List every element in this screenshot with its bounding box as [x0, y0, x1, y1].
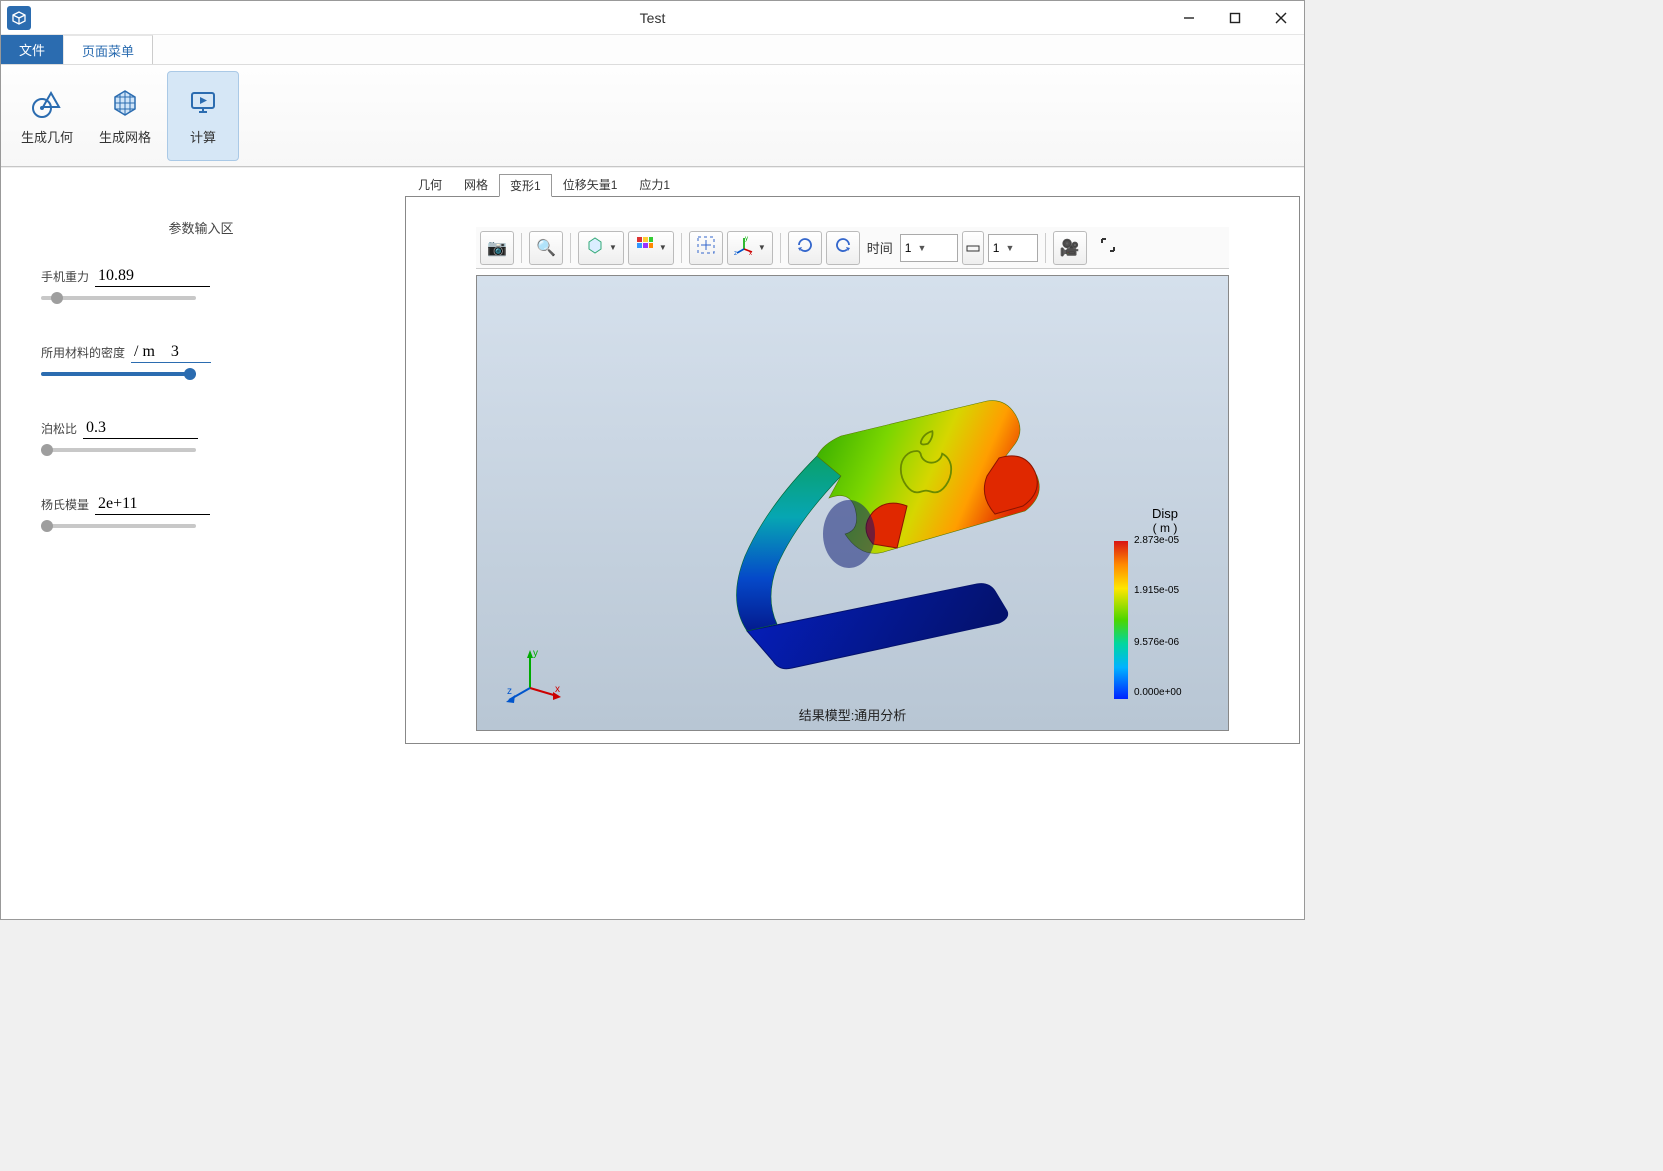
legend-ticks: 2.873e-05 1.915e-05 9.576e-06 0.000e+00 [1134, 535, 1204, 703]
expand-button[interactable] [1091, 231, 1125, 265]
close-button[interactable] [1258, 1, 1304, 35]
svg-text:y: y [533, 648, 538, 659]
legend-bar [1114, 541, 1128, 699]
param-young-modulus-slider[interactable] [41, 519, 196, 533]
menu-page[interactable]: 页面菜单 [64, 35, 153, 64]
geometry-icon [29, 85, 65, 121]
rotate-cw-button[interactable] [788, 231, 822, 265]
svg-text:z: z [507, 686, 512, 697]
tab-stress1[interactable]: 应力1 [628, 173, 681, 196]
zoom-button[interactable]: 🔍 [529, 231, 563, 265]
tab-deform1[interactable]: 变形1 [499, 174, 552, 197]
color-cube-icon [635, 235, 655, 260]
fit-icon [696, 235, 716, 260]
compute-button[interactable]: 计算 [167, 71, 239, 161]
colormap-button[interactable]: ▼ [628, 231, 674, 265]
time-label: 时间 [864, 238, 896, 257]
param-young-modulus: 杨氏模量 [41, 493, 361, 533]
viewport-toolbar: 📷 🔍 ▼ ▼ yxz▼ 时间 1▼ 1▼ [476, 227, 1229, 269]
fit-button[interactable] [689, 231, 723, 265]
chevron-down-icon: ▼ [917, 243, 926, 253]
sidebar: 参数输入区 手机重力 所用材料的密度 [1, 168, 401, 919]
camera-icon: 📷 [487, 238, 507, 258]
menu-file[interactable]: 文件 [1, 35, 64, 64]
mesh-icon [107, 85, 143, 121]
rotate-ccw-icon [833, 235, 853, 260]
param-material-density-slider[interactable] [41, 367, 196, 381]
param-material-density-label: 所用材料的密度 [41, 344, 125, 361]
view-tabs: 几何 网格 变形1 位移矢量1 应力1 [407, 174, 1300, 196]
main: 几何 网格 变形1 位移矢量1 应力1 📷 🔍 ▼ ▼ y x z ▼ [401, 168, 1304, 919]
color-legend: Disp ( m ) 2.873e-05 1.915e-05 9.576e-06… [1110, 506, 1220, 703]
result-model [627, 316, 1047, 706]
axes-icon: y x z [734, 235, 754, 260]
ribbon: 生成几何 生成网格 计算 [1, 65, 1304, 167]
maximize-button[interactable] [1212, 1, 1258, 35]
param-poisson-label: 泊松比 [41, 420, 77, 437]
chevron-down-icon: ▼ [609, 243, 617, 252]
expand-icon [1100, 237, 1116, 258]
param-poisson: 泊松比 [41, 417, 361, 457]
svg-text:x: x [555, 684, 560, 695]
minimize-button[interactable] [1166, 1, 1212, 35]
record-button[interactable]: 🎥 [1053, 231, 1087, 265]
legend-title: Disp [1110, 506, 1220, 521]
param-material-density: 所用材料的密度 [41, 341, 361, 381]
param-phone-weight-slider[interactable] [41, 291, 196, 305]
time-combo[interactable]: 1▼ [900, 234, 958, 262]
magnifier-icon: 🔍 [536, 238, 556, 258]
legend-unit: ( m ) [1110, 521, 1220, 535]
param-phone-weight-input[interactable] [95, 265, 210, 287]
app-window: Test 文件 页面菜单 生成几何 生成网格 计算 [0, 0, 1305, 920]
tab-mesh[interactable]: 网格 [453, 173, 499, 196]
time-combo-value: 1 [905, 241, 912, 255]
tab-disp-vec1[interactable]: 位移矢量1 [552, 173, 629, 196]
gen-geometry-label: 生成几何 [21, 127, 73, 146]
result-caption: 结果模型:通用分析 [799, 705, 907, 724]
frame-combo[interactable]: 1▼ [988, 234, 1038, 262]
param-poisson-input[interactable] [83, 417, 198, 439]
svg-text:y: y [745, 236, 748, 242]
axis-gizmo: y x z [505, 646, 565, 706]
param-material-density-input[interactable] [131, 341, 211, 363]
step-icon [966, 238, 980, 257]
app-icon [7, 6, 31, 30]
sidebar-title: 参数输入区 [41, 218, 361, 237]
step-button[interactable] [962, 231, 984, 265]
cube-icon [585, 235, 605, 260]
menubar: 文件 页面菜单 [1, 35, 1304, 65]
gen-mesh-button[interactable]: 生成网格 [89, 71, 161, 161]
window-title: Test [640, 10, 666, 26]
view-box-button[interactable]: ▼ [578, 231, 624, 265]
titlebar: Test [1, 1, 1304, 35]
param-phone-weight: 手机重力 [41, 265, 361, 305]
svg-text:x: x [749, 251, 752, 255]
compute-label: 计算 [190, 127, 216, 146]
compute-icon [185, 85, 221, 121]
body: 参数输入区 手机重力 所用材料的密度 [1, 167, 1304, 919]
viewport: 📷 🔍 ▼ ▼ yxz▼ 时间 1▼ 1▼ [405, 196, 1300, 744]
chevron-down-icon: ▼ [659, 243, 667, 252]
rotate-cw-icon [795, 235, 815, 260]
tab-geometry[interactable]: 几何 [407, 173, 453, 196]
canvas[interactable]: y x z Disp ( m ) 2.873e-05 1.915e-05 [476, 275, 1229, 731]
param-phone-weight-label: 手机重力 [41, 268, 89, 285]
param-poisson-slider[interactable] [41, 443, 196, 457]
svg-text:z: z [734, 251, 737, 255]
frame-combo-value: 1 [993, 241, 1000, 255]
rotate-ccw-button[interactable] [826, 231, 860, 265]
chevron-down-icon: ▼ [758, 243, 766, 252]
video-icon: 🎥 [1060, 238, 1080, 258]
gen-mesh-label: 生成网格 [99, 127, 151, 146]
axes-button[interactable]: y x z ▼ [727, 231, 773, 265]
gen-geometry-button[interactable]: 生成几何 [11, 71, 83, 161]
chevron-down-icon: ▼ [1005, 243, 1014, 253]
snapshot-button[interactable]: 📷 [480, 231, 514, 265]
param-young-modulus-input[interactable] [95, 493, 210, 515]
param-young-modulus-label: 杨氏模量 [41, 496, 89, 513]
